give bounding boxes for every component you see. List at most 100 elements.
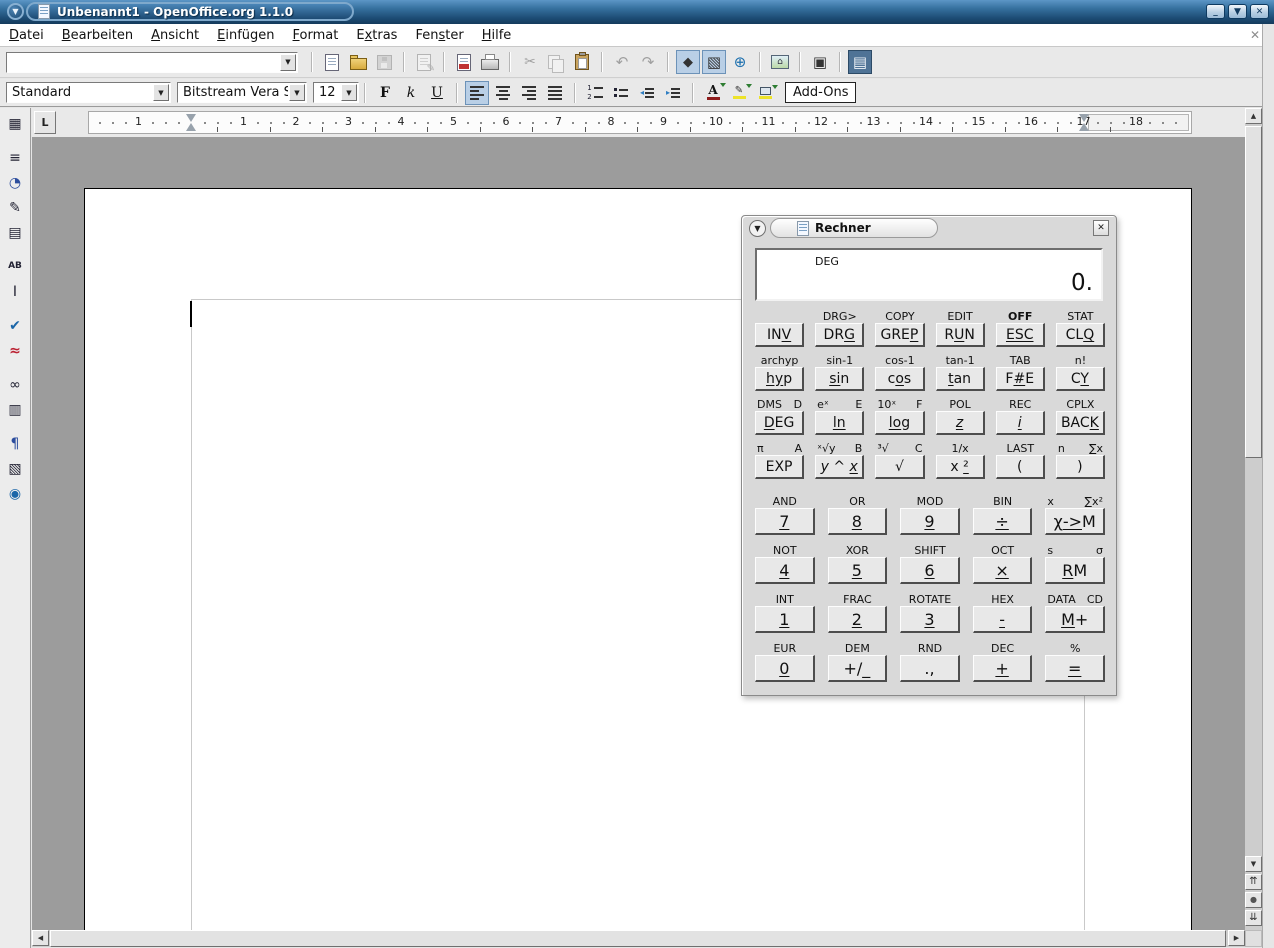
highlighting-button[interactable]: ✎ (727, 81, 751, 105)
calc-key-back[interactable]: BACK (1056, 411, 1105, 435)
data-sources-icon[interactable]: ▥ (2, 398, 28, 421)
underline-button[interactable]: U (425, 81, 449, 105)
calc-key-run[interactable]: RUN (936, 323, 985, 347)
calc-key-ln[interactable]: ln (815, 411, 864, 435)
decrease-indent-button[interactable]: ◂ (635, 81, 659, 105)
new-doc-icon[interactable] (320, 50, 344, 74)
open-icon[interactable] (346, 50, 370, 74)
insert-table-icon[interactable]: ▦ (2, 112, 28, 135)
autotext-icon[interactable]: AB (2, 255, 28, 278)
insert-icon[interactable]: ≡ (2, 146, 28, 169)
calc-key-exp[interactable]: EXP (755, 455, 804, 479)
calc-key-5[interactable]: 5 (828, 557, 888, 584)
form-functions-icon[interactable]: ▤ (2, 221, 28, 244)
menu-datei[interactable]: Datei (0, 26, 53, 45)
vertical-scrollbar[interactable]: ▲ ▼ ⇈ ● ⇊ (1245, 108, 1262, 930)
save-icon[interactable] (372, 50, 396, 74)
calc-key-power[interactable]: y ^ x (815, 455, 864, 479)
vertical-scrollbar-thumb[interactable] (1245, 126, 1262, 458)
print-icon[interactable] (478, 50, 502, 74)
calc-key-hyp[interactable]: hyp (755, 367, 804, 391)
calculator-close-button[interactable]: ✕ (1093, 220, 1109, 236)
direct-cursor-icon[interactable]: I (2, 280, 28, 303)
align-justify-button[interactable] (543, 81, 567, 105)
calc-key-grep[interactable]: GREP (875, 323, 924, 347)
spellcheck-icon[interactable]: ✔ (2, 314, 28, 337)
url-combo-dropdown[interactable]: ▼ (280, 54, 296, 71)
calc-key-1[interactable]: 1 (755, 606, 815, 633)
cut-icon[interactable]: ✂ (518, 50, 542, 74)
calc-key-fe[interactable]: F#E (996, 367, 1045, 391)
size-combo-dropdown[interactable]: ▼ (341, 84, 357, 101)
calc-key-6[interactable]: 6 (900, 557, 960, 584)
edit-file-icon[interactable] (412, 50, 436, 74)
calc-key-sin[interactable]: sin (815, 367, 864, 391)
previous-page-icon[interactable]: ⇈ (1245, 874, 1262, 890)
redo-icon[interactable]: ↷ (636, 50, 660, 74)
menu-bearbeiten[interactable]: Bearbeiten (53, 26, 142, 45)
images-onoff-icon[interactable]: ▧ (2, 457, 28, 480)
calc-key-close-paren[interactable]: ) (1056, 455, 1105, 479)
calc-key-0[interactable]: 0 (755, 655, 815, 682)
increase-indent-button[interactable]: ▸ (661, 81, 685, 105)
scroll-down-icon[interactable]: ▼ (1245, 856, 1262, 872)
calc-key-decimal[interactable]: ., (900, 655, 960, 682)
close-document-icon[interactable]: ✕ (1250, 28, 1260, 42)
stylist-icon[interactable]: ▧ (702, 50, 726, 74)
italic-button[interactable]: k (399, 81, 423, 105)
find-replace-icon[interactable]: ∞ (2, 373, 28, 396)
style-combo-dropdown[interactable]: ▼ (153, 84, 169, 101)
window-menu-button[interactable]: ▼ (7, 3, 24, 20)
addons-button[interactable]: Add-Ons (785, 82, 856, 103)
close-button[interactable]: ✕ (1250, 4, 1269, 19)
bullet-list-button[interactable] (609, 81, 633, 105)
navigator-icon[interactable]: ◆ (676, 50, 700, 74)
insert-object-icon[interactable]: ◔ (2, 171, 28, 194)
horizontal-ruler[interactable]: 1123456789101112131415161718 (88, 111, 1192, 134)
calc-key-inv[interactable]: INV (755, 323, 804, 347)
menu-format[interactable]: Format (284, 26, 348, 45)
font-size-combo[interactable]: 12 ▼ (313, 82, 359, 103)
font-name-combo[interactable]: Bitstream Vera S ▼ (177, 82, 307, 103)
calc-key-sign[interactable]: +/_ (828, 655, 888, 682)
calc-key-sqrt[interactable]: √ (875, 455, 924, 479)
calc-key-plus[interactable]: + (973, 655, 1033, 682)
align-right-button[interactable] (517, 81, 541, 105)
menu-ansicht[interactable]: Ansicht (142, 26, 208, 45)
calc-key-3[interactable]: 3 (900, 606, 960, 633)
copy-icon[interactable] (544, 50, 568, 74)
calc-key-rm[interactable]: RM (1045, 557, 1105, 584)
calc-key-multiply[interactable]: × (973, 557, 1033, 584)
calculator-window-menu-button[interactable]: ▼ (749, 220, 766, 237)
font-combo-dropdown[interactable]: ▼ (289, 84, 305, 101)
ruler-right-indent-marker[interactable] (1079, 114, 1089, 131)
align-center-button[interactable] (491, 81, 515, 105)
calc-key-esc[interactable]: ESC (996, 323, 1045, 347)
minimize-button[interactable]: _ (1206, 4, 1225, 19)
maximize-button[interactable]: ▼ (1228, 4, 1247, 19)
tab-stop-selector[interactable]: L (34, 111, 56, 134)
horizontal-scrollbar[interactable]: ◀ ▶ (32, 930, 1245, 947)
undo-icon[interactable]: ↶ (610, 50, 634, 74)
menu-fenster[interactable]: Fenster (406, 26, 472, 45)
background-color-button[interactable] (753, 81, 777, 105)
calc-key-9[interactable]: 9 (900, 508, 960, 535)
calc-key-cy[interactable]: CY (1056, 367, 1105, 391)
calc-key-drg[interactable]: DRG (815, 323, 864, 347)
calc-key-divide[interactable]: ÷ (973, 508, 1033, 535)
font-color-button[interactable]: A (701, 81, 725, 105)
autospellcheck-icon[interactable]: ≈ (2, 339, 28, 362)
calc-key-z[interactable]: z (936, 411, 985, 435)
scroll-up-icon[interactable]: ▲ (1245, 108, 1262, 124)
calc-key-tan[interactable]: tan (936, 367, 985, 391)
online-layout-icon[interactable]: ◉ (2, 482, 28, 505)
calc-key-8[interactable]: 8 (828, 508, 888, 535)
nonprinting-chars-icon[interactable]: ¶ (2, 432, 28, 455)
menu-hilfe[interactable]: Hilfe (473, 26, 521, 45)
url-combo[interactable]: ▼ (6, 52, 298, 73)
calc-key-4[interactable]: 4 (755, 557, 815, 584)
calc-key-clq[interactable]: CLQ (1056, 323, 1105, 347)
navigation-dot-icon[interactable]: ● (1245, 892, 1262, 908)
calc-key-7[interactable]: 7 (755, 508, 815, 535)
calc-key-2[interactable]: 2 (828, 606, 888, 633)
